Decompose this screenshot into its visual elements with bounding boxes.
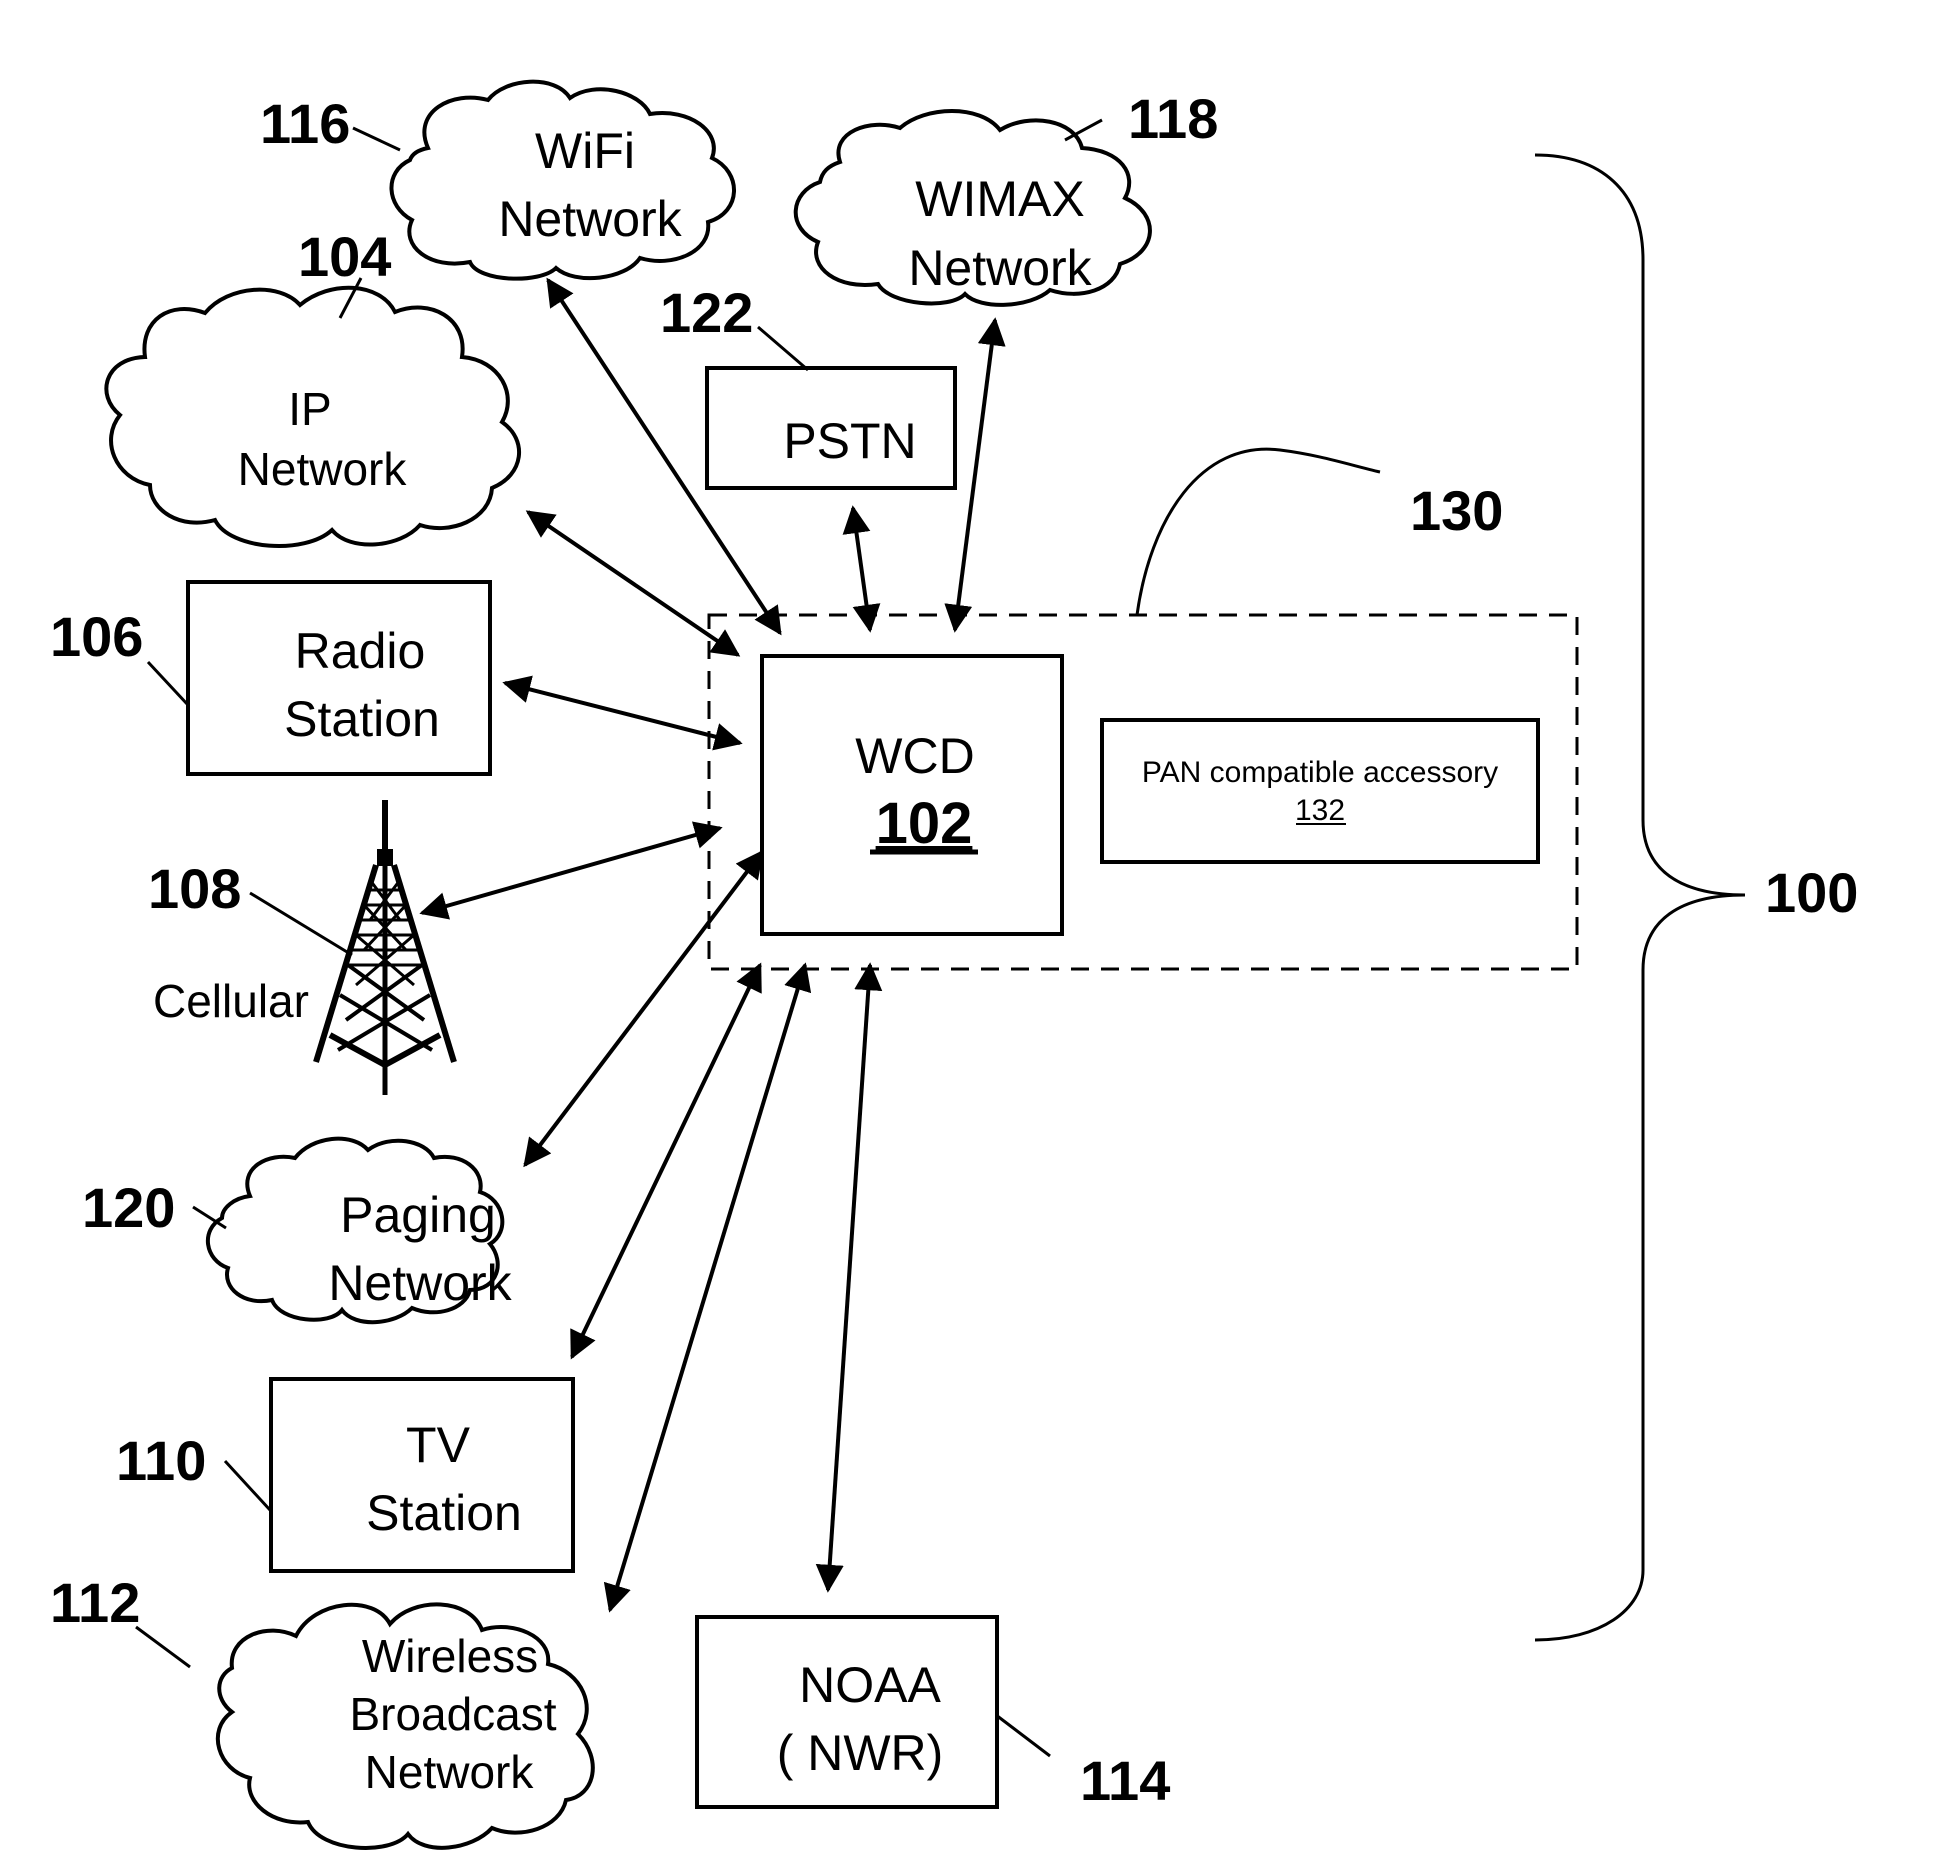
pstn-label: PSTN <box>783 413 916 469</box>
ip-network-node: IP Network 104 <box>104 225 522 548</box>
wimax-ref-number: 118 <box>1128 87 1218 150</box>
pstn-node: PSTN 122 <box>660 281 957 490</box>
noaa-ref-number: 114 <box>1080 1749 1170 1812</box>
wifi-label-line2: Network <box>498 191 682 247</box>
paging-label-line2: Network <box>328 1255 512 1311</box>
connection-paging-wcd <box>523 849 764 1168</box>
cellular-ref-number: 108 <box>148 857 241 920</box>
group-ref-number: 130 <box>1410 479 1503 542</box>
paging-network-node: Paging Network 120 <box>82 1136 513 1325</box>
wimax-label-line1: WIMAX <box>915 171 1084 227</box>
pan-ref-number: 132 <box>1295 794 1345 827</box>
broadcast-label-line2: Broadcast <box>349 1688 556 1740</box>
wimax-network-node: WIMAX Network 118 <box>793 87 1218 307</box>
radio-ref-number: 106 <box>50 605 143 668</box>
connection-wimax-wcd <box>944 317 1006 633</box>
wcd-label: WCD <box>855 728 974 784</box>
tv-label-line1: TV <box>406 1417 471 1473</box>
connection-broadcast-wcd <box>603 962 812 1613</box>
broadcast-label-line3: Network <box>365 1746 535 1798</box>
noaa-label-line1: NOAA <box>799 1657 941 1713</box>
connection-pstn-wcd <box>842 505 881 633</box>
radio-ref-leader <box>146 660 190 707</box>
ip-label-line2: Network <box>238 443 408 495</box>
tv-ref-number: 110 <box>116 1429 206 1492</box>
network-diagram: WiFi Network 116 WIMAX Network 118 IP Ne… <box>50 79 1858 1850</box>
broadcast-label-line1: Wireless <box>362 1630 538 1682</box>
noaa-label-line2: ( NWR) <box>777 1725 944 1781</box>
connection-radio-wcd <box>502 675 743 751</box>
wifi-cloud-shape <box>389 79 736 281</box>
wcd-ref-number: 102 <box>876 791 973 856</box>
ip-ref-number: 104 <box>298 225 391 288</box>
noaa-ref-leader <box>995 1713 1051 1758</box>
wifi-ref-number: 116 <box>260 92 350 155</box>
radio-label-line1: Radio <box>295 623 426 679</box>
radio-label-line2: Station <box>284 691 440 747</box>
wcd-node[interactable]: WCD 102 <box>760 654 1064 936</box>
cell-tower-icon <box>313 800 457 1095</box>
pan-accessory-node[interactable]: PAN compatible accessory 132 <box>1100 718 1540 864</box>
wimax-label-line2: Network <box>908 240 1092 296</box>
cellular-ref-leader <box>249 891 353 957</box>
paging-label-line1: Paging <box>340 1187 496 1243</box>
system-brace <box>1534 153 1746 1642</box>
pstn-ref-leader <box>757 325 809 372</box>
tv-ref-leader <box>223 1459 272 1512</box>
broadcast-ref-leader <box>135 1625 191 1669</box>
connection-tv-wcd <box>570 962 762 1360</box>
tv-label-line2: Station <box>366 1485 522 1541</box>
broadcast-network-node: Wireless Broadcast Network 112 <box>50 1571 595 1850</box>
connection-noaa-wcd <box>815 962 883 1593</box>
connection-cellular-wcd <box>419 821 723 920</box>
system-bracket-100: 100 <box>1534 153 1858 1642</box>
system-ref-number: 100 <box>1765 861 1858 924</box>
pstn-ref-number: 122 <box>660 281 753 344</box>
tv-station-box <box>269 1377 575 1573</box>
cellular-node: Cellular 108 <box>148 800 457 1095</box>
wifi-label-line1: WiFi <box>535 123 635 179</box>
noaa-node: NOAA ( NWR) 114 <box>695 1615 1170 1812</box>
paging-ref-number: 120 <box>82 1176 175 1239</box>
cellular-label: Cellular <box>153 975 309 1027</box>
broadcast-ref-number: 112 <box>50 1571 140 1634</box>
pan-label: PAN compatible accessory <box>1142 756 1498 789</box>
tv-station-node: TV Station 110 <box>116 1377 575 1573</box>
connection-ip-wcd <box>525 510 741 657</box>
pan-accessory-box[interactable] <box>1100 718 1540 864</box>
ip-label-line1: IP <box>288 383 331 435</box>
radio-station-node: Radio Station 106 <box>50 580 492 776</box>
wifi-ref-leader <box>352 126 401 152</box>
group-ref-leader <box>1135 447 1381 616</box>
